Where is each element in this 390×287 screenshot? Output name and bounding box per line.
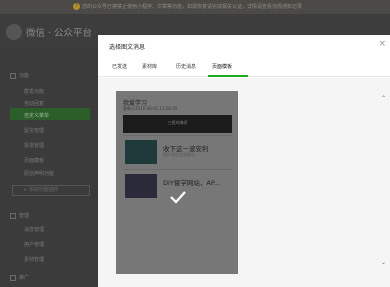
article-card[interactable]: 我爱学习 更新于2016-08-01 11:00:45 三招刘海学 收下这一波安…	[116, 91, 238, 274]
scroll-down-icon[interactable]: ⌄	[381, 259, 386, 266]
item-thumbnail	[125, 174, 157, 198]
modal-tabs: 已发送 素材库 历史消息 页面模板	[98, 57, 390, 77]
sidebar-active-highlight	[10, 108, 90, 120]
card-cover-image: 三招刘海学	[123, 115, 232, 133]
notice-bar: ! 您的公众号已被禁止使用小程序、文章等功能，如需恢复请完成相关认证，详情请查看…	[0, 0, 390, 14]
notice-text: 您的公众号已被禁止使用小程序、文章等功能，如需恢复请完成相关认证，详情请查看违规…	[82, 4, 303, 10]
sidebar-item-active[interactable]: 自定义菜单	[24, 112, 49, 119]
item-subtitle: 图片不在这里展示	[163, 152, 195, 157]
sidebar-item[interactable]: 投票管理	[24, 142, 44, 149]
scroll-up-icon[interactable]: ⌃	[381, 95, 386, 102]
item-title: DIY督学网站，AP...	[163, 179, 220, 187]
modal-title: 选择图文消息	[109, 44, 146, 51]
tab-sent[interactable]: 已发送	[112, 63, 127, 70]
sidebar-item[interactable]: 素材管理	[24, 256, 44, 263]
sidebar-section-manage: 管理	[10, 212, 29, 219]
sidebar-item[interactable]: 用户管理	[24, 241, 44, 248]
tab-page-template[interactable]: 页面模板	[212, 63, 232, 70]
warning-icon: !	[73, 3, 80, 10]
add-plugin-button[interactable]: + 添加功能插件	[12, 185, 90, 196]
brand-title: 微信 · 公众平台	[26, 28, 93, 39]
item-thumbnail	[125, 140, 157, 164]
wechat-logo-icon	[6, 24, 22, 40]
function-icon	[10, 72, 16, 79]
card-item: 收下这一波安利 图片不在这里展示	[123, 135, 232, 167]
select-article-modal: 选择图文消息 × 已发送 素材库 历史消息 页面模板 我爱学习 更新于2016-…	[98, 35, 390, 287]
manage-icon	[10, 212, 16, 219]
sidebar-item[interactable]: 页面模板	[24, 157, 44, 164]
tab-library[interactable]: 素材库	[142, 63, 157, 70]
cover-caption: 三招刘海学	[167, 120, 188, 125]
sidebar-item[interactable]: 自动回复	[24, 100, 44, 107]
sidebar-section-promote: 推广	[10, 274, 29, 281]
sidebar-item[interactable]: 群发功能	[24, 88, 44, 95]
active-tab-indicator	[208, 75, 248, 77]
close-icon[interactable]: ×	[378, 39, 386, 49]
checkmark-icon	[170, 191, 186, 204]
tab-history[interactable]: 历史消息	[176, 63, 196, 70]
sidebar-item[interactable]: 原创声明功能	[24, 170, 54, 177]
sidebar-item[interactable]: 留言管理	[24, 127, 44, 134]
sidebar-item[interactable]: 消息管理	[24, 226, 44, 233]
card-date: 更新于2016-08-01 11:00:45	[123, 106, 178, 111]
sidebar-section-function: 功能	[10, 72, 29, 79]
promote-icon	[10, 274, 16, 281]
sidebar	[0, 48, 100, 287]
